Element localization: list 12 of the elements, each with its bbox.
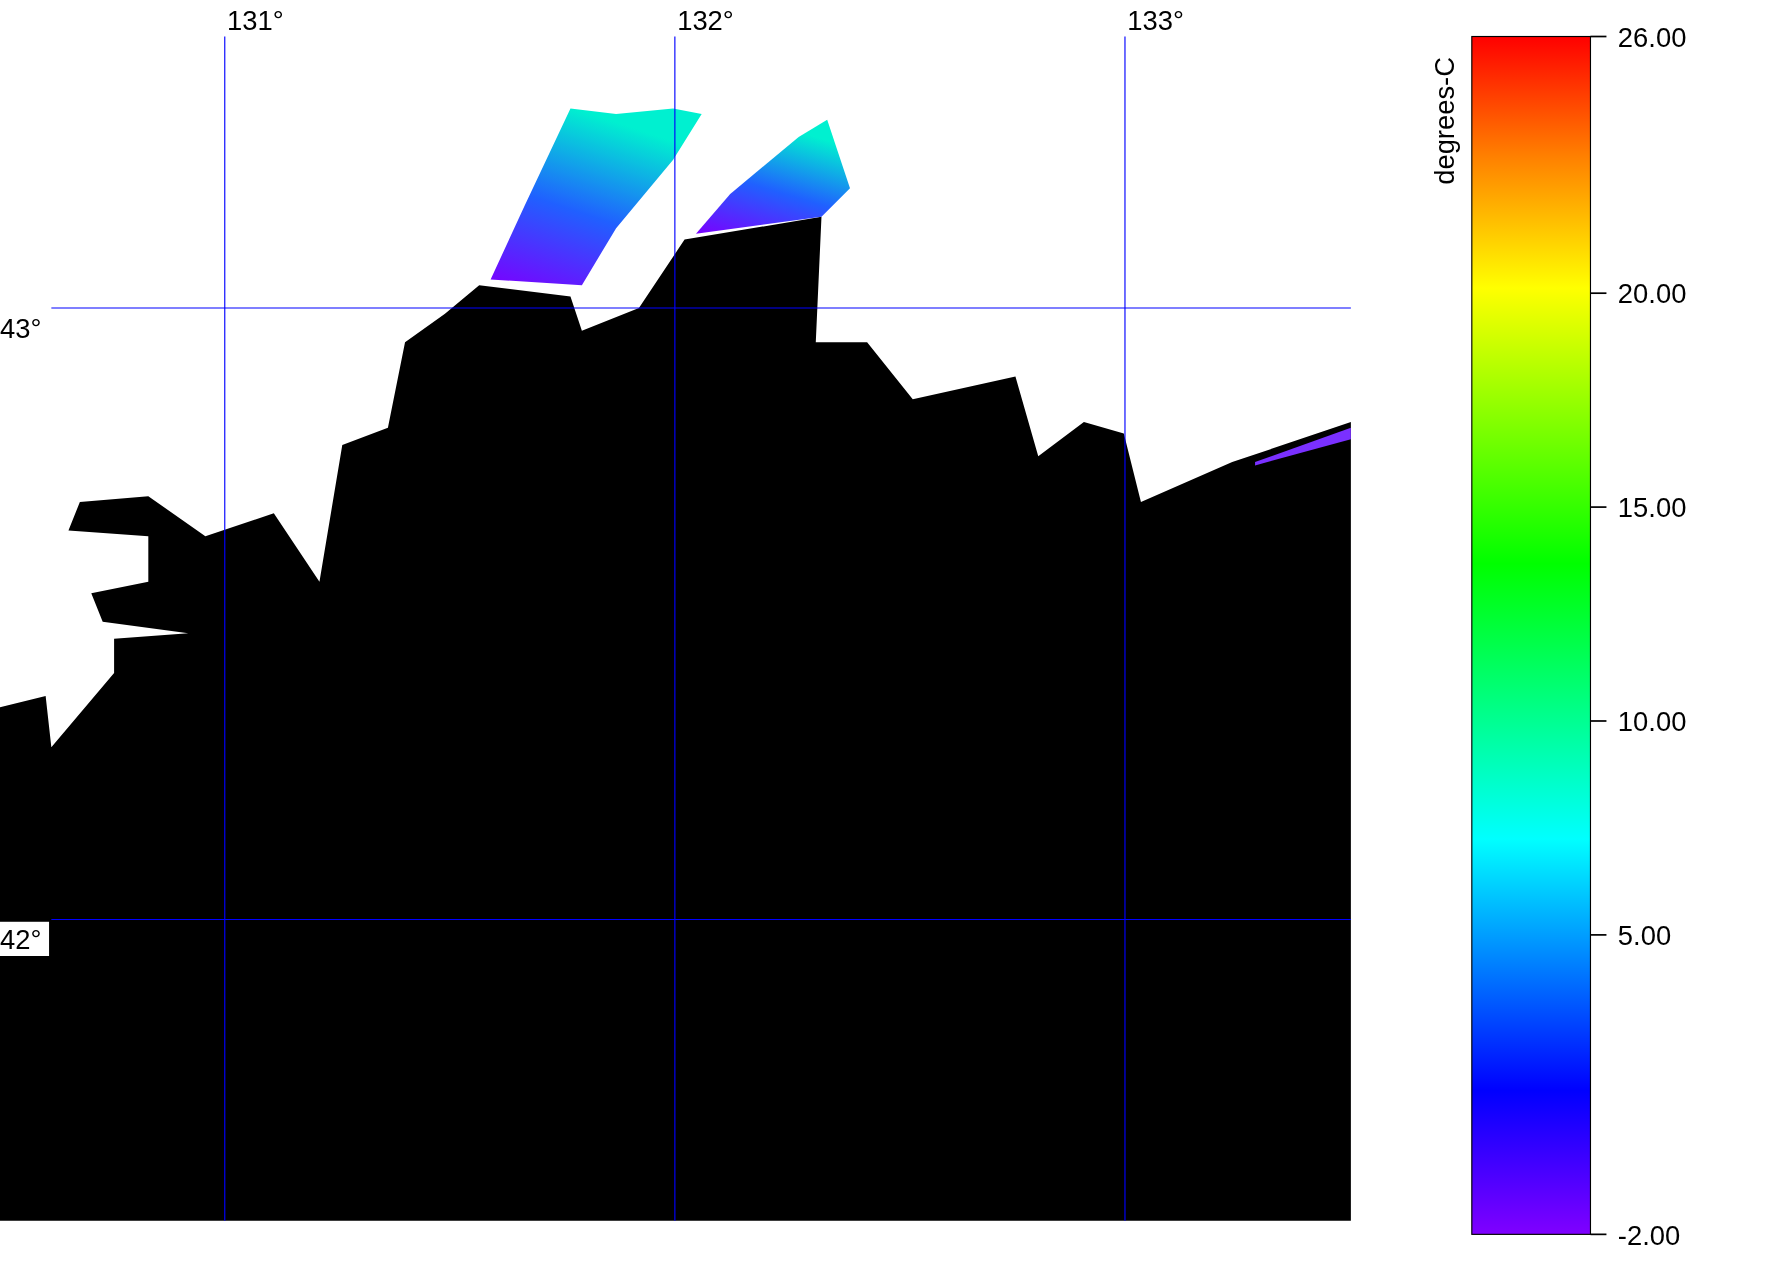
scale-tick-label: 26.00 bbox=[1617, 21, 1687, 53]
scale-tick-label: -2.00 bbox=[1617, 1219, 1681, 1251]
latitude-label: 43° bbox=[0, 312, 42, 344]
scale-tick-label: 15.00 bbox=[1617, 492, 1687, 524]
scale-tick-label: 20.00 bbox=[1617, 278, 1687, 310]
longitude-label: 133° bbox=[1127, 4, 1184, 36]
scale-tick-label: 5.00 bbox=[1617, 920, 1672, 952]
unit-label: degrees-C bbox=[1428, 57, 1460, 185]
latitude-label: 42° bbox=[0, 924, 42, 956]
scale-tick-label: 10.00 bbox=[1617, 706, 1687, 738]
longitude-label: 132° bbox=[677, 4, 734, 36]
longitude-label: 131° bbox=[227, 4, 284, 36]
